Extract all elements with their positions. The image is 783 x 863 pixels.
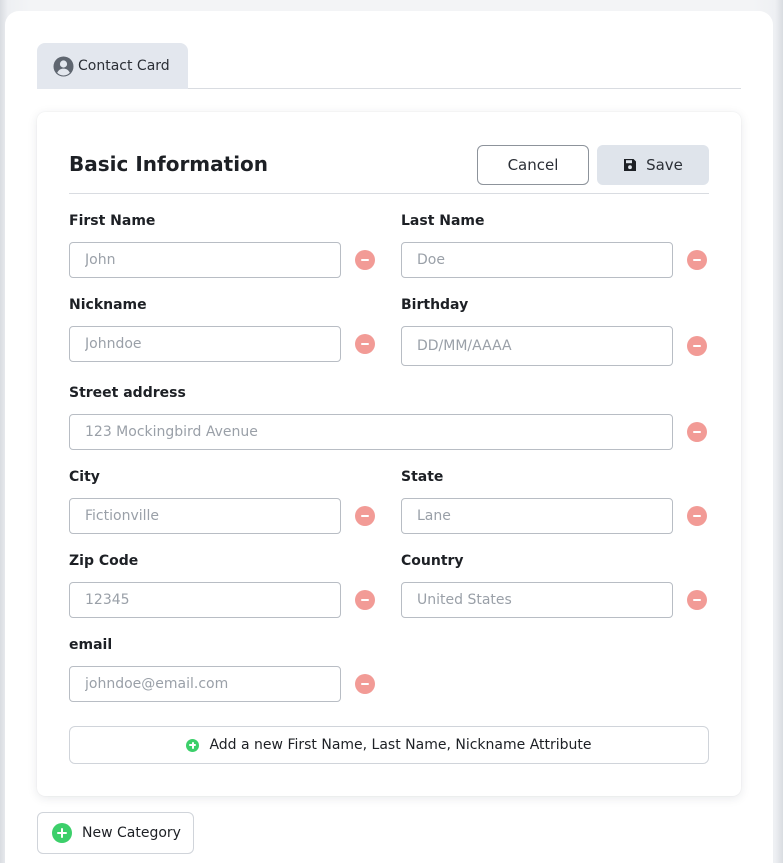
minus-icon — [361, 343, 369, 345]
cancel-button-label: Cancel — [507, 156, 559, 174]
basic-information-card: Basic Information Cancel Save First Name… — [37, 112, 741, 796]
tab-bar: Contact Card — [37, 43, 741, 89]
minus-icon — [693, 515, 701, 517]
last-name-label: Last Name — [401, 213, 485, 229]
cancel-button[interactable]: Cancel — [477, 145, 589, 185]
nickname-label: Nickname — [69, 297, 147, 313]
plus-circle-icon — [52, 823, 72, 843]
email-label: email — [69, 637, 113, 653]
remove-nickname-button[interactable] — [355, 334, 375, 354]
remove-street-address-button[interactable] — [687, 422, 707, 442]
minus-icon — [361, 259, 369, 261]
zip-code-label: Zip Code — [69, 553, 139, 569]
remove-state-button[interactable] — [687, 506, 707, 526]
section-title: Basic Information — [69, 152, 269, 176]
country-input[interactable] — [401, 582, 673, 618]
minus-icon — [361, 515, 369, 517]
street-address-input[interactable] — [69, 414, 673, 450]
first-name-input[interactable] — [69, 242, 341, 278]
zip-code-input[interactable] — [69, 582, 341, 618]
add-attribute-button[interactable]: Add a new First Name, Last Name, Nicknam… — [69, 726, 709, 764]
minus-icon — [361, 683, 369, 685]
save-button-label: Save — [646, 156, 683, 174]
minus-icon — [693, 431, 701, 433]
birthday-input[interactable] — [401, 326, 673, 366]
tab-contact-card[interactable]: Contact Card — [37, 43, 188, 89]
add-attribute-label: Add a new First Name, Last Name, Nicknam… — [209, 737, 592, 753]
street-address-label: Street address — [69, 385, 186, 401]
nickname-input[interactable] — [69, 326, 341, 362]
remove-last-name-button[interactable] — [687, 250, 707, 270]
minus-icon — [693, 345, 701, 347]
birthday-label: Birthday — [401, 297, 469, 313]
floppy-disk-icon — [623, 158, 637, 172]
country-label: Country — [401, 553, 464, 569]
plus-circle-icon — [186, 738, 200, 752]
save-button[interactable]: Save — [597, 145, 709, 185]
minus-icon — [693, 259, 701, 261]
state-input[interactable] — [401, 498, 673, 534]
state-label: State — [401, 469, 444, 485]
first-name-label: First Name — [69, 213, 156, 229]
minus-icon — [361, 599, 369, 601]
remove-birthday-button[interactable] — [687, 336, 707, 356]
new-category-button[interactable]: New Category — [37, 812, 194, 854]
remove-first-name-button[interactable] — [355, 250, 375, 270]
user-circle-icon — [53, 56, 74, 77]
city-label: City — [69, 469, 100, 485]
remove-city-button[interactable] — [355, 506, 375, 526]
city-input[interactable] — [69, 498, 341, 534]
section-divider — [69, 193, 709, 194]
new-category-label: New Category — [82, 825, 181, 841]
remove-email-button[interactable] — [355, 674, 375, 694]
minus-icon — [693, 599, 701, 601]
email-input[interactable] — [69, 666, 341, 702]
remove-zip-code-button[interactable] — [355, 590, 375, 610]
tab-label: Contact Card — [78, 58, 170, 74]
last-name-input[interactable] — [401, 242, 673, 278]
remove-country-button[interactable] — [687, 590, 707, 610]
